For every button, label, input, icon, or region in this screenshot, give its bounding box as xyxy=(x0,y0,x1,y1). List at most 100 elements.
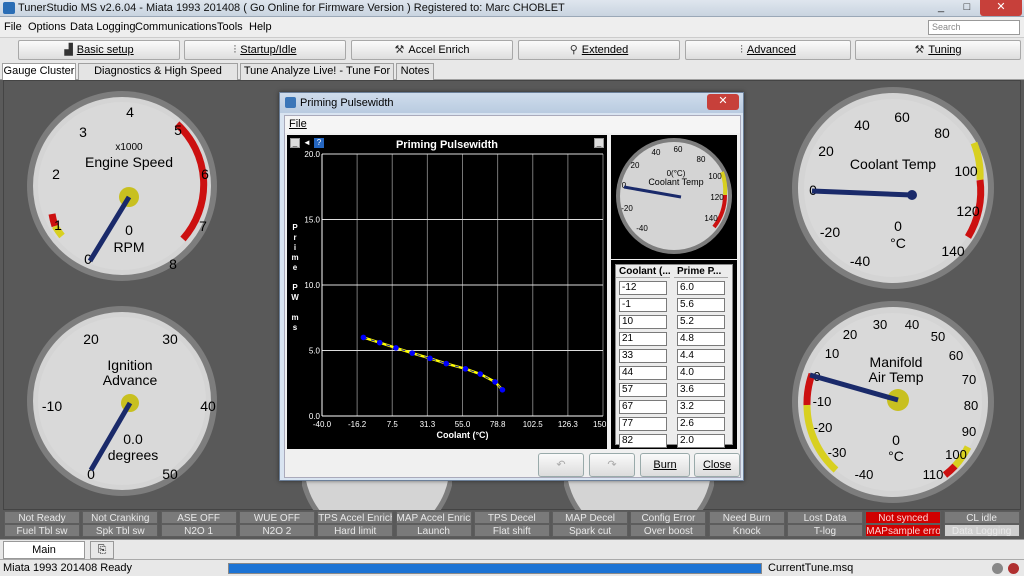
mat-tick-80: 80 xyxy=(964,398,978,413)
wrench-icon: ▟ xyxy=(64,44,73,56)
prime-cell[interactable]: 3.6 xyxy=(677,383,725,397)
basic-setup-button[interactable]: ▟ Basic setup xyxy=(18,40,180,60)
close-window-button[interactable]: ✕ xyxy=(980,0,1022,16)
prime-cell[interactable]: 4.0 xyxy=(677,366,725,380)
startup-idle-label: Startup/Idle xyxy=(240,44,297,56)
y-tick-label: 0.0 xyxy=(309,412,321,421)
manifold-air-temp-gauge[interactable]: -40 -30 -20 -10 0 10 20 30 40 50 60 70 8… xyxy=(790,299,996,505)
ignition-advance-title: Ignition xyxy=(107,357,152,373)
prime-cell[interactable]: 5.2 xyxy=(677,315,725,329)
coolant-cell[interactable]: -12 xyxy=(619,281,667,295)
coolant-cell[interactable]: 57 xyxy=(619,383,667,397)
tab-diagnostics[interactable]: Diagnostics & High Speed Loggers xyxy=(78,63,238,92)
coolant-cell[interactable]: 44 xyxy=(619,366,667,380)
sliders-icon: ⫶ xyxy=(740,44,743,56)
coolant-cell[interactable]: -1 xyxy=(619,298,667,312)
indicator-launch: Launch xyxy=(395,524,472,537)
mini-tick-120: 120 xyxy=(710,193,724,202)
mini-gauge-label: Coolant Temp xyxy=(648,177,703,187)
engine-speed-title: Engine Speed xyxy=(85,154,173,170)
redo-button[interactable]: ↷ xyxy=(589,453,635,477)
prime-cell[interactable]: 2.6 xyxy=(677,417,725,431)
ignition-advance-gauge[interactable]: 0 -10 20 30 40 50 Ignition Advance 0.0 d… xyxy=(25,304,219,498)
accel-enrich-button[interactable]: ⚒ Accel Enrich xyxy=(351,40,513,60)
engine-speed-gauge[interactable]: 0 1 2 3 4 5 6 7 8 x1000 Engine Speed 0 R… xyxy=(25,89,219,283)
new-dashboard-icon[interactable]: ⎘ xyxy=(90,541,114,559)
indicator-spark-cut: Spark cut xyxy=(552,524,629,537)
minimize-button[interactable]: _ xyxy=(928,0,954,16)
clt-tick-120: 120 xyxy=(956,203,980,219)
ignition-advance-units: degrees xyxy=(108,447,159,463)
y-axis-label: Prime PW ms xyxy=(291,223,299,332)
tab-notes[interactable]: Notes xyxy=(396,63,434,80)
data-point xyxy=(376,339,383,346)
coolant-temp-gauge[interactable]: -40 -20 0 20 40 60 80 100 120 140 Coolan… xyxy=(790,85,996,291)
engine-speed-units: RPM xyxy=(113,239,144,255)
mini-tick-60: 60 xyxy=(674,145,683,154)
coolant-cell[interactable]: 33 xyxy=(619,349,667,363)
menu-tools[interactable]: Tools xyxy=(217,21,243,33)
tab-main-dashboard[interactable]: Main Dashboard xyxy=(3,541,85,572)
prime-table: Coolant (... -12 -1 10 21 33 44 57 67 77 82 Prime… xyxy=(615,264,733,448)
menu-help[interactable]: Help xyxy=(249,21,272,33)
accel-enrich-label: Accel Enrich xyxy=(408,44,470,56)
menu-options[interactable]: Options xyxy=(28,21,66,33)
search-input[interactable]: Search xyxy=(928,20,1020,35)
ignition-advance-title-2: Advance xyxy=(103,372,158,388)
prime-cell[interactable]: 5.6 xyxy=(677,298,725,312)
menu-data-logging[interactable]: Data Logging xyxy=(70,21,135,33)
advance-tick-30: 30 xyxy=(162,331,178,347)
indicator-need-burn: Need Burn xyxy=(708,511,785,524)
priming-pulsewidth-chart[interactable]: _ ◄ ? _ Priming Pulsewidth -40.0 -16.2 7.5… xyxy=(287,135,607,449)
indicator-over-boost: Over boost xyxy=(630,524,707,537)
dialog-title: Priming Pulsewidth xyxy=(300,97,394,109)
coolant-cell[interactable]: 77 xyxy=(619,417,667,431)
extended-button[interactable]: ⚲ Extended xyxy=(518,40,680,60)
startup-idle-button[interactable]: ⫶ Startup/Idle xyxy=(184,40,346,60)
mat-tick-20: 20 xyxy=(843,327,857,342)
indicator-wue-off: WUE OFF xyxy=(238,511,315,524)
prime-cell[interactable]: 2.0 xyxy=(677,434,725,448)
maximize-button[interactable]: □ xyxy=(954,0,980,16)
dialog-close-icon[interactable]: ✕ xyxy=(707,94,739,110)
indicator-n2o-1: N2O 1 xyxy=(160,524,237,537)
burn-button[interactable]: Burn xyxy=(640,453,690,477)
indicator-not-ready: Not Ready xyxy=(4,511,80,524)
dialog-menu-file[interactable]: File xyxy=(289,118,307,130)
error-icon xyxy=(1008,563,1019,574)
prime-cell[interactable]: 3.2 xyxy=(677,400,725,414)
x-tick-label: 7.5 xyxy=(387,420,399,429)
coolant-temp-mini-gauge[interactable]: -40 -20 0 20 40 60 80 100 120 140 0(°C) … xyxy=(611,135,737,259)
menu-communications[interactable]: Communications xyxy=(135,21,217,33)
rpm-tick-3: 3 xyxy=(79,124,87,140)
coolant-temp-value: 0 xyxy=(894,218,902,234)
undo-button[interactable]: ↶ xyxy=(538,453,584,477)
data-point xyxy=(360,334,367,341)
tuning-button[interactable]: ⚒ Tuning xyxy=(855,40,1021,60)
prime-cell[interactable]: 6.0 xyxy=(677,281,725,295)
advanced-button[interactable]: ⫶ Advanced xyxy=(685,40,851,60)
coolant-cell[interactable]: 67 xyxy=(619,400,667,414)
coolant-cell[interactable]: 21 xyxy=(619,332,667,346)
coolant-cell[interactable]: 82 xyxy=(619,434,667,448)
x-tick-label: 31.3 xyxy=(420,420,436,429)
tab-tune-analyze[interactable]: Tune Analyze Live! - Tune For You xyxy=(240,63,394,92)
clt-tick-minus40: -40 xyxy=(850,253,870,269)
indicator-flat-shift: Flat shift xyxy=(473,524,550,537)
prime-column-header[interactable]: Prime P... xyxy=(674,265,728,278)
indicator-data-logging: Data Logging xyxy=(943,524,1020,537)
menu-file[interactable]: File xyxy=(4,21,22,33)
mini-tick-100: 100 xyxy=(708,172,722,181)
tab-gauge-cluster[interactable]: Gauge Cluster xyxy=(2,63,76,80)
mat-tick-60: 60 xyxy=(949,348,963,363)
indicator-n2o-2: N2O 2 xyxy=(238,524,315,537)
close-button[interactable]: Close xyxy=(694,453,740,477)
coolant-cell[interactable]: 10 xyxy=(619,315,667,329)
coolant-column-header[interactable]: Coolant (... xyxy=(616,265,670,278)
main-tab-bar: Gauge Cluster Diagnostics & High Speed L… xyxy=(0,62,1024,92)
prime-cell[interactable]: 4.4 xyxy=(677,349,725,363)
coolant-column: Coolant (... -12 -1 10 21 33 44 57 67 77 82 xyxy=(616,265,670,448)
mini-tick-140: 140 xyxy=(704,214,718,223)
rpm-tick-1: 1 xyxy=(54,217,62,233)
prime-cell[interactable]: 4.8 xyxy=(677,332,725,346)
